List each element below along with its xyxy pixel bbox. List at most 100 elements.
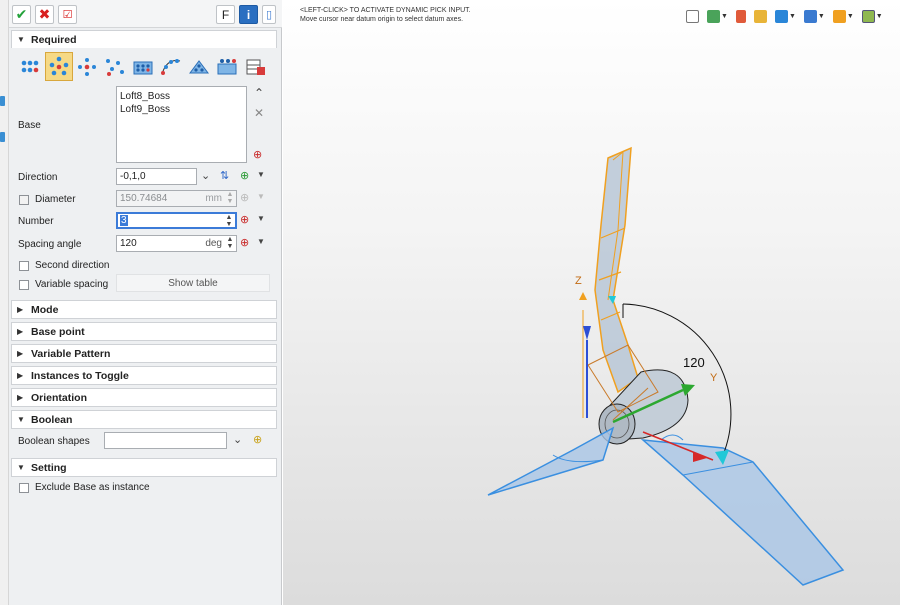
list-item[interactable]: Loft9_Boss <box>120 103 243 116</box>
chevron-double-down-icon[interactable]: ⌄ <box>201 169 210 182</box>
pattern-feature-panel: ✔ ✖ ☑ F i ▯ ▼ Required Base Loft8_Boss L… <box>9 0 282 605</box>
polygon-pattern-icon[interactable] <box>73 52 101 81</box>
curve-pattern-icon[interactable] <box>157 52 185 81</box>
chevron-down-icon: ▼ <box>17 463 25 472</box>
apply-check-icon: ☑ <box>62 9 73 21</box>
pick-direction-icon[interactable]: ⊕ <box>240 169 249 182</box>
chevron-down-icon: ▼ <box>17 35 25 44</box>
second-direction-checkbox[interactable] <box>19 261 29 271</box>
spacing-angle-label: Spacing angle <box>18 239 82 250</box>
spacing-angle-value: 120 <box>120 238 137 249</box>
help-button[interactable]: ▯ <box>262 5 276 24</box>
section-instances-to-toggle[interactable]: ▶ Instances to Toggle <box>11 366 277 385</box>
chevron-down-icon: ▼ <box>17 415 25 424</box>
diameter-field[interactable]: 150.74684 mm ▲ ▼ <box>116 190 237 207</box>
required-section-body: Base Loft8_Boss Loft9_Boss ⌃ ✕ ⊕ Directi… <box>11 48 277 296</box>
section-boolean-title: Boolean <box>31 413 73 426</box>
chevron-right-icon: ▶ <box>17 393 24 402</box>
reverse-direction-icon[interactable]: ⇅ <box>220 169 229 182</box>
second-direction-label: Second direction <box>35 260 110 271</box>
pick-shape-icon[interactable]: ⊕ <box>253 433 262 446</box>
left-edge-strip <box>0 0 9 605</box>
panel-toolbar: ✔ ✖ ☑ F i ▯ <box>9 0 282 28</box>
section-variable-pattern[interactable]: ▶ Variable Pattern <box>11 344 277 363</box>
section-orientation-title: Orientation <box>31 391 88 404</box>
dropdown-arrow-icon: ▼ <box>257 192 265 201</box>
layout-pattern-icon[interactable] <box>185 52 213 81</box>
variable-spacing-checkbox[interactable] <box>19 280 29 290</box>
spinner-icon[interactable]: ▲ ▼ <box>225 191 235 205</box>
angle-dimension-label[interactable]: 120 <box>683 355 705 370</box>
strip-tab-marker[interactable] <box>0 96 5 106</box>
pick-diameter-icon: ⊕ <box>240 192 250 204</box>
chevron-right-icon: ▶ <box>17 349 24 358</box>
section-instances-title: Instances to Toggle <box>31 369 129 382</box>
diameter-unit: mm <box>205 193 222 204</box>
section-boolean[interactable]: ▼ Boolean <box>11 410 277 429</box>
dropdown-arrow-icon[interactable]: ▼ <box>257 170 265 179</box>
x-icon: ✖ <box>38 6 51 22</box>
variable-pattern-icon[interactable] <box>213 52 241 81</box>
chevron-right-icon: ▶ <box>17 327 24 336</box>
z-axis[interactable] <box>579 292 591 418</box>
apply-button[interactable]: ☑ <box>58 5 77 24</box>
show-table-button[interactable]: Show table <box>116 274 270 292</box>
exclude-base-checkbox[interactable] <box>19 483 29 493</box>
direction-label: Direction <box>18 172 58 183</box>
section-required-title: Required <box>31 33 77 46</box>
diameter-checkbox[interactable] <box>19 195 29 205</box>
help-icon: ▯ <box>265 9 273 21</box>
collapse-up-icon[interactable]: ⌃ <box>254 86 264 100</box>
variable-spacing-label: Variable spacing <box>35 279 109 290</box>
spinner-icon[interactable]: ▲ ▼ <box>225 236 235 250</box>
info-button[interactable]: i <box>239 5 258 24</box>
section-setting-title: Setting <box>31 461 67 474</box>
clear-x-icon[interactable]: ✕ <box>254 106 264 120</box>
chevron-right-icon: ▶ <box>17 305 24 314</box>
upper-blade[interactable] <box>594 146 639 394</box>
pick-number-icon[interactable]: ⊕ <box>240 213 249 226</box>
spinner-icon[interactable]: ▲ ▼ <box>224 214 234 228</box>
lower-right-blade[interactable] <box>640 434 845 586</box>
section-base-point[interactable]: ▶ Base point <box>11 322 277 341</box>
spacing-angle-unit: deg <box>205 238 222 249</box>
setting-section-body: Exclude Base as instance <box>11 478 277 500</box>
f-button[interactable]: F <box>216 5 235 24</box>
list-item[interactable]: Loft8_Boss <box>120 90 243 103</box>
cancel-button[interactable]: ✖ <box>35 5 54 24</box>
point-pattern-icon[interactable] <box>101 52 129 81</box>
boolean-section-body: Boolean shapes ⌄ ⊕ <box>11 429 277 455</box>
circular-pattern-icon[interactable] <box>45 52 73 81</box>
linear-pattern-icon[interactable] <box>17 52 45 81</box>
spacing-angle-field[interactable]: 120 deg ▲ ▼ <box>116 235 237 252</box>
model-scene[interactable]: Z Y 120 <box>283 0 900 605</box>
number-label: Number <box>18 216 54 227</box>
exclude-base-label: Exclude Base as instance <box>35 482 150 493</box>
3d-viewport[interactable]: <LEFT-CLICK> TO ACTIVATE DYNAMIC PICK IN… <box>283 0 900 605</box>
lower-left-blade[interactable] <box>487 426 615 496</box>
number-value: 3 <box>120 215 128 226</box>
section-mode-title: Mode <box>31 303 59 316</box>
pick-angle-icon[interactable]: ⊕ <box>240 236 249 249</box>
section-orientation[interactable]: ▶ Orientation <box>11 388 277 407</box>
fill-pattern-icon[interactable] <box>129 52 157 81</box>
section-base-point-title: Base point <box>31 325 85 338</box>
dropdown-arrow-icon[interactable]: ▼ <box>257 214 265 223</box>
ok-button[interactable]: ✔ <box>12 5 31 24</box>
chevron-double-down-icon[interactable]: ⌄ <box>233 433 242 446</box>
number-field[interactable]: 3 ▲ ▼ <box>116 212 237 229</box>
info-icon: i <box>246 7 251 22</box>
section-setting[interactable]: ▼ Setting <box>11 458 277 477</box>
base-list[interactable]: Loft8_Boss Loft9_Boss <box>116 86 247 163</box>
section-required[interactable]: ▼ Required <box>11 30 277 49</box>
chevron-right-icon: ▶ <box>17 371 24 380</box>
pick-target-icon[interactable]: ⊕ <box>253 148 262 161</box>
direction-field[interactable]: -0,1,0 <box>116 168 197 185</box>
boolean-shapes-field[interactable] <box>104 432 227 449</box>
section-mode[interactable]: ▶ Mode <box>11 300 277 319</box>
strip-tab-marker[interactable] <box>0 132 5 142</box>
boolean-shapes-label: Boolean shapes <box>18 436 90 447</box>
dropdown-arrow-icon[interactable]: ▼ <box>257 237 265 246</box>
base-label: Base <box>18 120 41 131</box>
table-pattern-icon[interactable] <box>241 52 269 81</box>
